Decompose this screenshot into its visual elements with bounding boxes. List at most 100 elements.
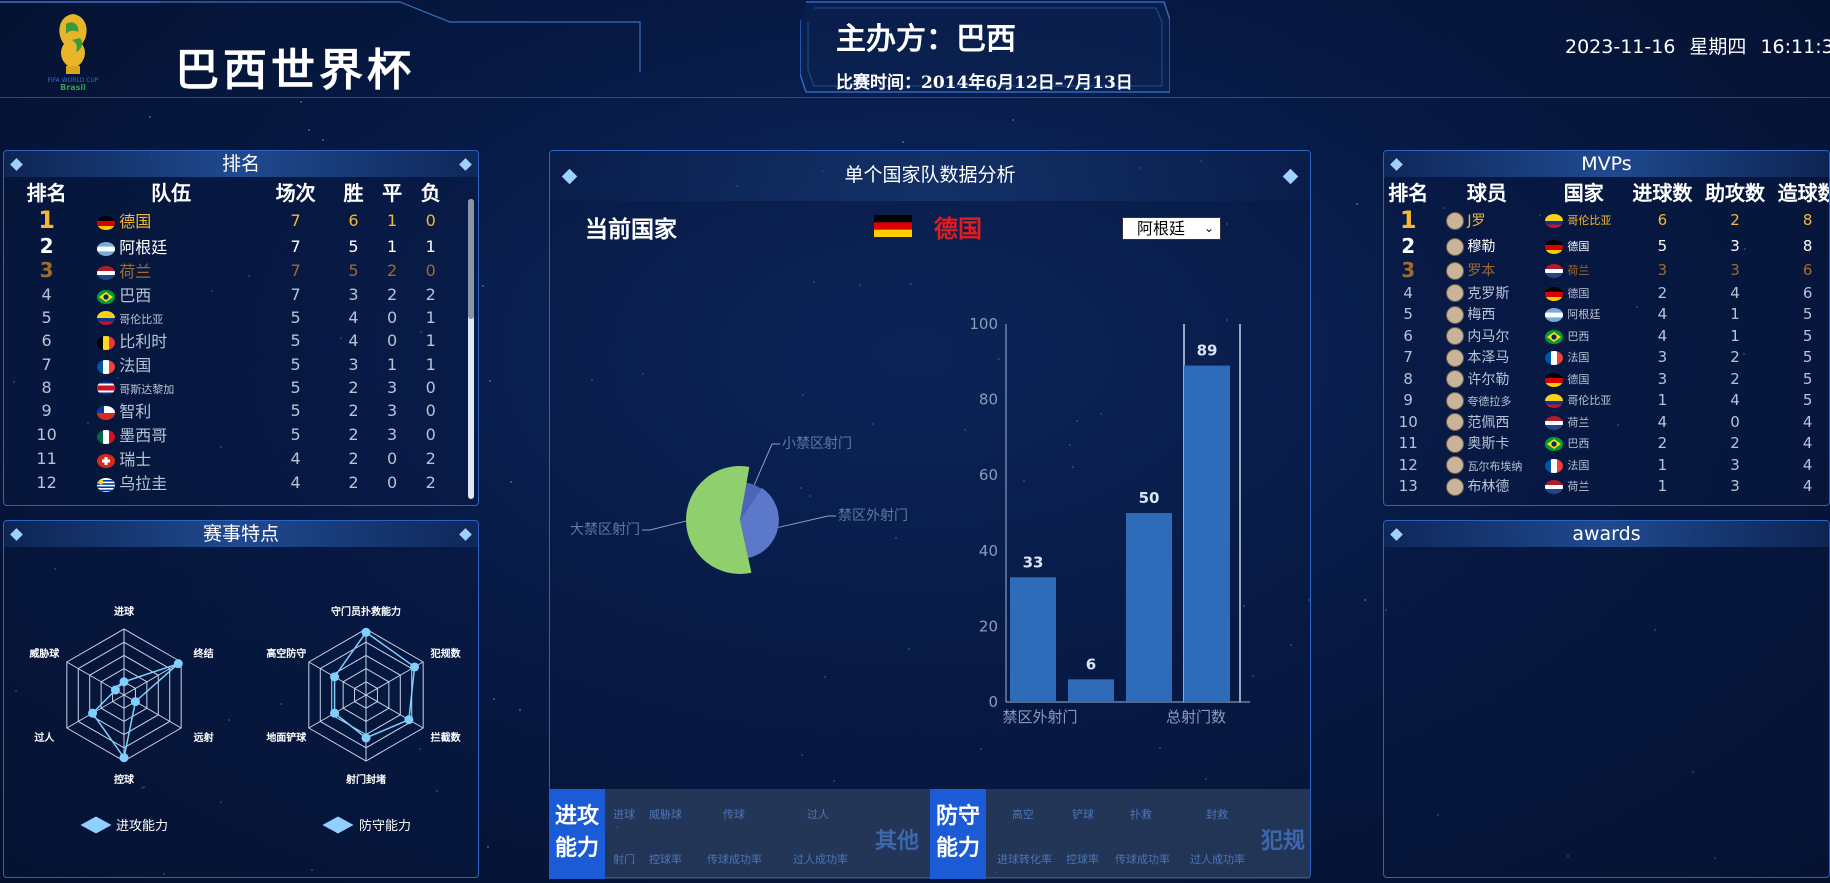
country-cell: 巴西 [1541,433,1626,455]
player-cell: 梅西 [1432,304,1541,326]
country-name: 哥伦比亚 [1567,214,1612,227]
mvp-col-header: 球员 [1466,181,1507,205]
mvp-row[interactable]: 10 范佩西 荷兰 4 0 4 [1384,411,1829,433]
country-name: 荷兰 [1567,264,1590,277]
analysis-panel-header: 单个国家队数据分析 [550,151,1310,201]
mvp-row[interactable]: 5 梅西 阿根廷 4 1 5 [1384,304,1829,326]
ranking-row[interactable]: 9 智利 5 2 3 0 [8,398,450,422]
mvp-row[interactable]: 8 许尔勒 德国 3 2 5 [1384,368,1829,390]
header: FIFA WORLD CUP Brasil 巴西世界杯 主办方：巴西 比赛时间：… [0,0,1830,98]
team-cell: 哥伦比亚 [85,306,257,328]
awards-title: awards [1572,523,1641,545]
player-cell: J罗 [1432,206,1541,234]
mvp-row[interactable]: 12 瓦尔布埃纳 法国 1 3 4 [1384,454,1829,476]
ranking-row[interactable]: 5 哥伦比亚 5 4 0 1 [8,306,450,328]
mvp-row[interactable]: 6 内马尔 巴西 4 1 5 [1384,325,1829,347]
defense-other-label[interactable]: 犯规 [1261,823,1305,855]
radar-axis-label: 控球 [114,773,135,786]
ranking-scrollbar-thumb[interactable] [468,199,474,319]
player-name: 梅西 [1467,307,1496,324]
mvp-col-header: 进球数 [1632,181,1693,205]
created-cell: 8 [1802,211,1813,229]
mvp-row[interactable]: 13 布林德 荷兰 1 3 4 [1384,476,1829,498]
loss-cell: 0 [425,424,436,444]
co-flag-icon [97,311,116,325]
ability-item[interactable]: 控球率 [649,851,682,867]
mvp-row[interactable]: 1 J罗 哥伦比亚 6 2 8 [1384,206,1829,234]
ability-item[interactable]: 威胁球 [649,806,682,822]
ranking-row[interactable]: 6 比利时 5 4 0 1 [8,328,450,352]
player-name: 内马尔 [1467,328,1510,345]
mvp-row[interactable]: 3 罗本 荷兰 3 3 6 [1384,258,1829,282]
country-cell: 哥伦比亚 [1541,390,1626,412]
mvp-row[interactable]: 2 穆勒 德国 5 3 8 [1384,234,1829,258]
ranking-col-header: 场次 [275,181,316,205]
ability-item[interactable]: 扑救 [1130,806,1152,822]
ability-item[interactable]: 高空 [1012,806,1034,822]
mvp-row[interactable]: 9 夸德拉多 哥伦比亚 1 4 5 [1384,390,1829,412]
team-cell: 智利 [85,398,257,422]
ability-item[interactable]: 过人成功率 [1190,851,1245,867]
ranking-row[interactable]: 4 巴西 7 3 2 2 [8,282,450,306]
played-cell: 5 [290,307,301,327]
ability-item[interactable]: 控球率 [1066,851,1099,867]
match-time-text: 比赛时间：2014年6月12日–7月13日 [836,73,1133,93]
ar-flag-icon [1545,308,1564,323]
uy-flag-icon [97,477,116,492]
ability-item[interactable]: 传球 [723,806,745,822]
ability-item[interactable]: 过人成功率 [793,851,848,867]
mvp-row[interactable]: 11 奥斯卡 巴西 2 2 4 [1384,433,1829,455]
mvp-row[interactable]: 7 本泽马 法国 3 2 5 [1384,347,1829,369]
attack-ability-label: 进攻 能力 [549,789,605,879]
draw-cell: 3 [386,377,398,397]
ranking-col-header: 胜 [343,181,364,205]
player-name: 瓦尔布埃纳 [1467,459,1523,473]
ranking-row[interactable]: 11 瑞士 4 2 0 2 [8,446,450,470]
assists-cell: 0 [1730,412,1740,431]
played-cell: 5 [290,377,301,397]
country-cell: 法国 [1541,347,1626,369]
ranking-row[interactable]: 10 墨西哥 5 2 3 0 [8,422,450,446]
country-cell: 荷兰 [1541,476,1626,498]
attack-other-label[interactable]: 其他 [875,823,919,855]
radar-axis-label: 终结 [194,647,214,660]
ability-item[interactable]: 传球成功率 [707,851,762,867]
bar [1184,365,1230,702]
team-cell: 比利时 [85,328,257,352]
player-name: 布林德 [1467,479,1510,496]
ranking-header-row: 排名 队伍 场次 胜平负 [8,177,450,206]
team-cell: 乌拉圭 [85,470,257,494]
country-name: 阿根廷 [1567,308,1601,322]
ability-item[interactable]: 铲球 [1072,806,1094,822]
assists-cell: 3 [1730,237,1740,255]
played-cell: 7 [290,236,301,256]
mvp-rank-cell: 8 [1403,369,1413,388]
rank-cell: 9 [41,400,52,420]
mvp-row[interactable]: 4 克罗斯 德国 2 4 6 [1384,282,1829,304]
country-name: 德国 [1567,240,1590,253]
ability-item[interactable]: 过人 [807,806,829,822]
mvp-header-row: 排名 球员 国家 进球数助攻数造球数 [1384,177,1829,206]
rank-cell: 8 [41,377,52,397]
radar-point [361,627,371,637]
created-cell: 5 [1802,326,1813,345]
ranking-row[interactable]: 3 荷兰 7 5 2 0 [8,258,450,282]
ranking-row[interactable]: 8 哥斯达黎加 5 2 3 0 [8,376,450,398]
ranking-row[interactable]: 1 德国 7 6 1 0 [8,206,450,234]
ability-item[interactable]: 射门 [613,851,635,867]
ranking-row[interactable]: 12 乌拉圭 4 2 0 2 [8,470,450,494]
ranking-row[interactable]: 2 阿根廷 7 5 1 1 [8,234,450,258]
ability-item[interactable]: 传球成功率 [1115,851,1170,867]
current-country-label: 当前国家 [585,217,677,243]
host-text: 主办方：巴西 [836,22,1016,57]
ranking-row[interactable]: 7 法国 5 3 1 1 [8,352,450,376]
mvp-col-header: 排名 [1388,181,1429,205]
ability-item[interactable]: 进球转化率 [997,851,1052,867]
win-cell: 5 [348,260,359,280]
mvp-rank-cell: 11 [1398,434,1418,453]
assists-cell: 3 [1730,455,1740,474]
player-avatar [1446,391,1465,410]
country-select[interactable]: 阿根廷 ⌄ [1122,217,1221,240]
ability-item[interactable]: 封救 [1206,806,1228,822]
ability-item[interactable]: 进球 [613,806,635,822]
